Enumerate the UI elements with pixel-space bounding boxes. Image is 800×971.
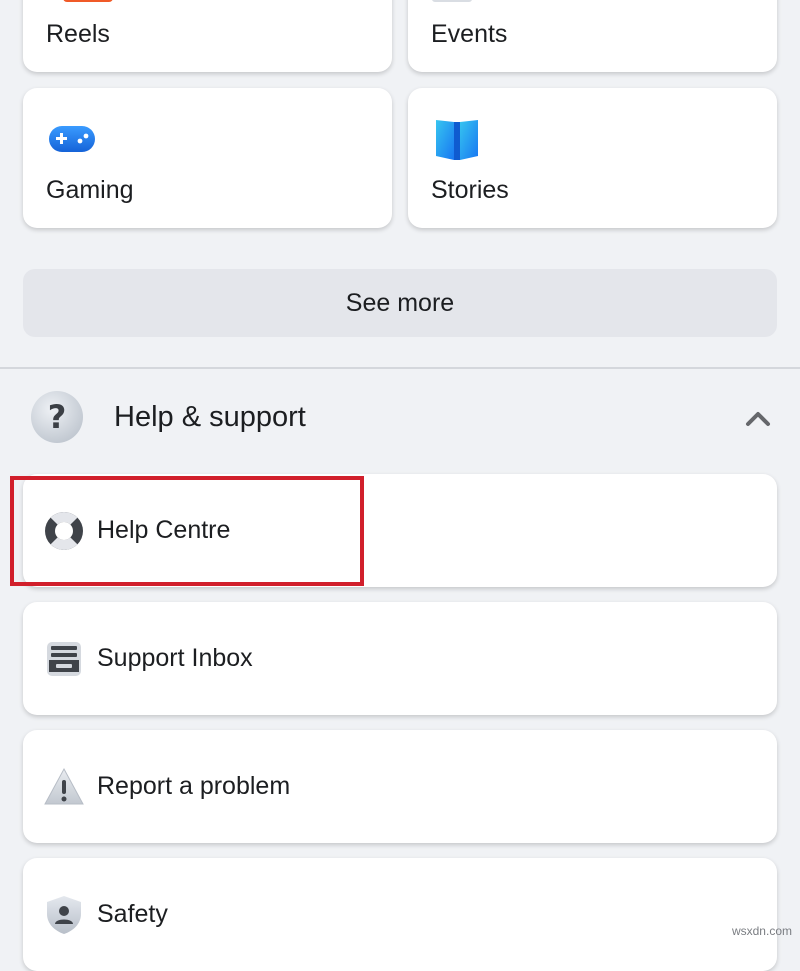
menu-item-report-problem[interactable]: Report a problem [23,730,777,843]
menu-item-safety[interactable]: Safety [23,858,777,971]
shortcut-card-events[interactable]: Events [408,0,777,72]
events-icon [432,0,472,2]
see-more-label: See more [345,288,455,317]
stories-book-icon [436,120,478,160]
gaming-controller-icon [49,126,95,152]
warning-triangle-icon [44,767,84,805]
shield-person-icon [47,896,81,934]
menu-item-help-centre[interactable]: Help Centre [23,474,777,587]
menu-label-help-centre: Help Centre [97,516,231,544]
shortcut-card-reels[interactable]: Reels [23,0,392,72]
question-mark-icon: ? [31,391,83,443]
shortcut-card-stories[interactable]: Stories [408,88,777,228]
shortcut-label-events: Events [431,20,508,48]
watermark-text: wsxdn.com [731,924,792,938]
see-more-button[interactable]: See more [23,269,777,337]
svg-text:?: ? [48,398,67,436]
menu-item-support-inbox[interactable]: Support Inbox [23,602,777,715]
chevron-up-icon[interactable] [742,405,774,431]
menu-label-safety: Safety [97,900,168,928]
shortcut-label-gaming: Gaming [46,176,134,204]
help-support-title: Help & support [114,401,306,433]
inbox-tray-icon [47,642,81,676]
lifebuoy-icon [45,512,83,550]
shortcut-label-reels: Reels [46,20,110,48]
shortcut-label-stories: Stories [431,176,509,204]
help-support-section-header[interactable]: ? Help & support [0,385,800,455]
shortcut-card-gaming[interactable]: Gaming [23,88,392,228]
menu-label-report-problem: Report a problem [97,772,291,800]
section-divider [0,367,800,369]
reels-icon [63,0,113,2]
menu-label-support-inbox: Support Inbox [97,644,253,672]
